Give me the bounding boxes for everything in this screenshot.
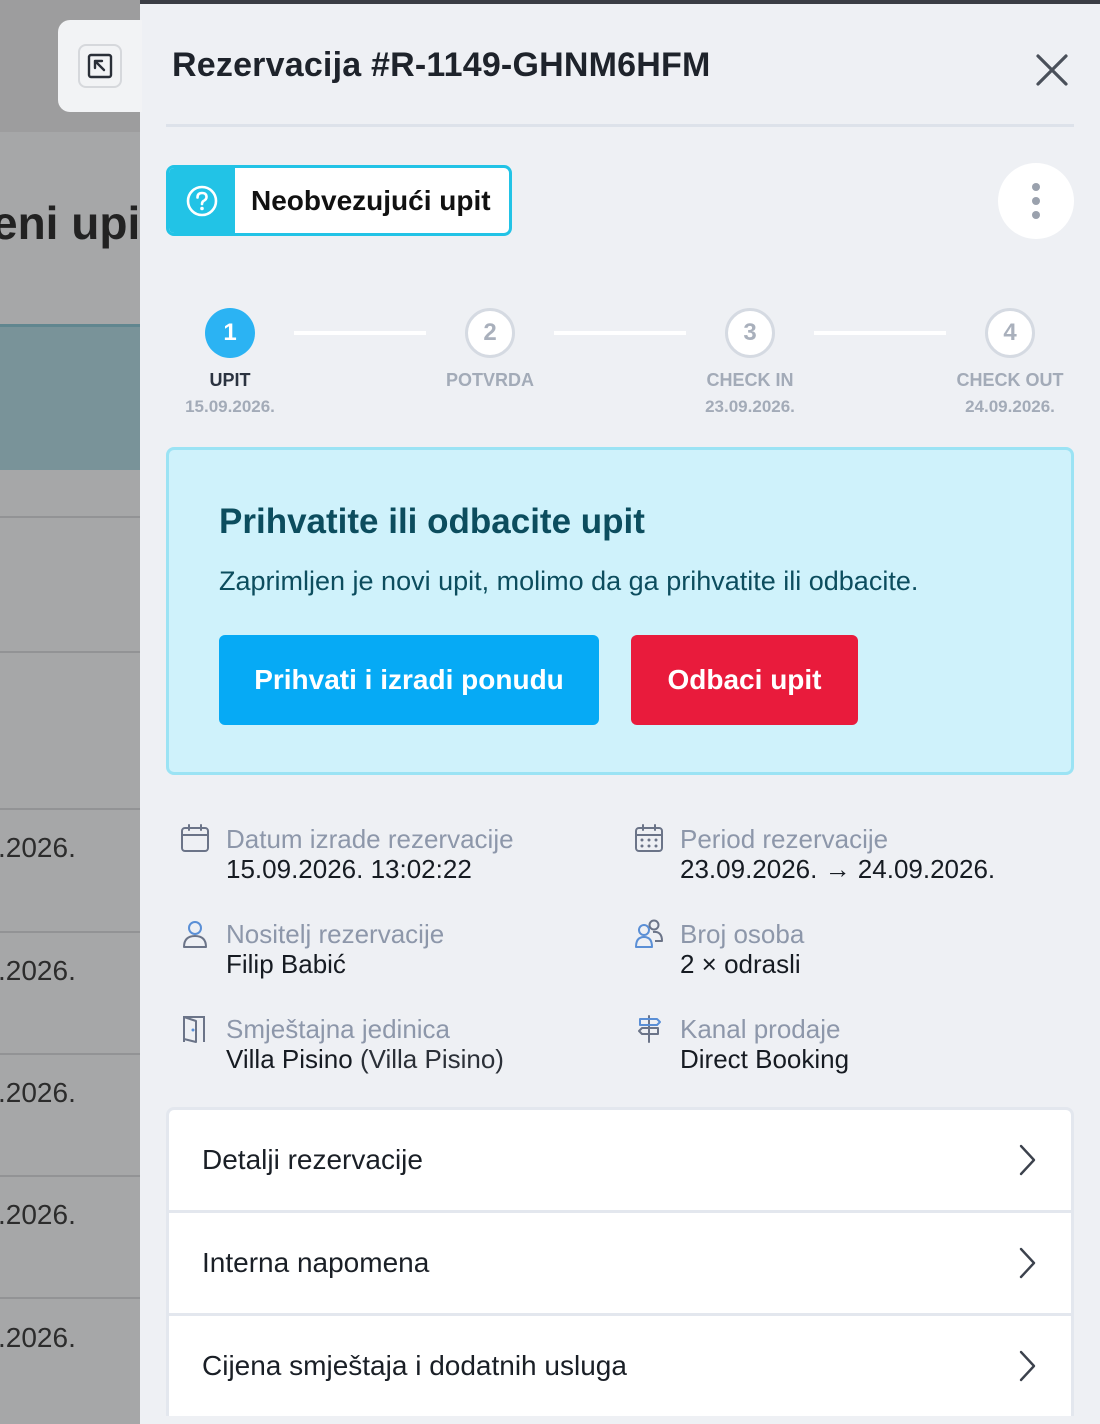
reservation-sections: Detalji rezervacije Interna napomena Cij…: [166, 1107, 1074, 1424]
section-label: Cijena smještaja i dodatnih usluga: [202, 1350, 627, 1381]
chevron-right-icon: [1019, 1144, 1036, 1176]
modal-backdrop[interactable]: [0, 0, 140, 1424]
section-internal-note[interactable]: Interna napomena: [166, 1210, 1074, 1313]
step-label: UPIT: [209, 370, 251, 390]
step-number: 2: [465, 308, 515, 358]
chevron-right-icon: [1019, 1247, 1036, 1279]
step-date: 24.09.2026.: [965, 397, 1055, 416]
step-check-in: 3 CHECK IN 23.09.2026.: [670, 308, 830, 417]
step-upit: 1 UPIT 15.09.2026.: [150, 308, 310, 417]
section-reservation-details[interactable]: Detalji rezervacije: [166, 1107, 1074, 1210]
info-value: Direct Booking: [680, 1044, 850, 1074]
door-icon: [183, 1016, 205, 1043]
expand-panel-button[interactable]: [58, 20, 142, 112]
chevron-right-icon: [1019, 1350, 1036, 1382]
step-connector: [294, 331, 426, 335]
info-value: 2 × odrasli: [680, 949, 801, 979]
info-label: Period rezervacije: [680, 824, 889, 854]
title-divider: [166, 124, 1074, 127]
info-label: Kanal prodaje: [680, 1014, 841, 1044]
more-options-icon[interactable]: [998, 163, 1074, 239]
accept-inquiry-button[interactable]: Prihvati i izradi ponudu: [219, 635, 599, 725]
step-number: 3: [725, 308, 775, 358]
question-circle-icon: [169, 168, 235, 233]
calendar-icon: [181, 824, 209, 852]
info-value: Filip Babić: [226, 949, 346, 979]
step-number: 4: [985, 308, 1035, 358]
reservation-panel: Rezervacija #R-1149-GHNM6HFM Neobvezujuć…: [140, 0, 1100, 1424]
step-label: CHECK IN: [706, 370, 794, 390]
step-label: CHECK OUT: [956, 370, 1064, 390]
signpost-icon: [638, 1015, 661, 1043]
unit-name: Villa Pisino: [226, 1044, 353, 1074]
user-icon: [183, 921, 207, 948]
info-label: Broj osoba: [680, 919, 805, 949]
inquiry-action-box: Prihvatite ili odbacite upit Zaprimljen …: [166, 447, 1074, 775]
step-check-out: 4 CHECK OUT 24.09.2026.: [930, 308, 1090, 417]
step-number: 1: [205, 308, 255, 358]
info-label: Nositelj rezervacije: [226, 919, 445, 949]
inquiry-action-title: Prihvatite ili odbacite upit: [219, 502, 645, 541]
section-label: Detalji rezervacije: [202, 1144, 423, 1175]
info-value: Villa Pisino (Villa Pisino): [226, 1044, 504, 1075]
step-connector: [814, 331, 946, 335]
info-label: Smještajna jedinica: [226, 1014, 451, 1044]
step-potvrda: 2 POTVRDA: [410, 308, 570, 397]
step-date: 15.09.2026.: [185, 397, 275, 416]
reject-inquiry-button[interactable]: Odbaci upit: [631, 635, 858, 725]
section-pricing[interactable]: Cijena smještaja i dodatnih usluga: [166, 1313, 1074, 1416]
users-icon: [635, 919, 663, 948]
info-value: 23.09.2026. → 24.09.2026.: [680, 854, 996, 884]
step-date: 23.09.2026.: [705, 397, 795, 416]
info-value: 15.09.2026. 13:02:22: [226, 854, 472, 884]
unit-parent: (Villa Pisino): [359, 1044, 504, 1074]
calendar-grid-icon: [635, 824, 663, 852]
section-label: Interna napomena: [202, 1247, 430, 1278]
close-icon[interactable]: [1030, 48, 1074, 92]
status-label: Neobvezujući upit: [251, 184, 491, 216]
step-label: POTVRDA: [445, 370, 534, 390]
panel-title: Rezervacija #R-1149-GHNM6HFM: [172, 46, 711, 84]
status-badge: Neobvezujući upit: [166, 165, 512, 236]
inquiry-action-text: Zaprimljen je novi upit, molimo da ga pr…: [219, 566, 919, 596]
step-connector: [554, 331, 686, 335]
expand-icon: [78, 44, 122, 88]
info-label: Datum izrade rezervacije: [226, 824, 514, 854]
